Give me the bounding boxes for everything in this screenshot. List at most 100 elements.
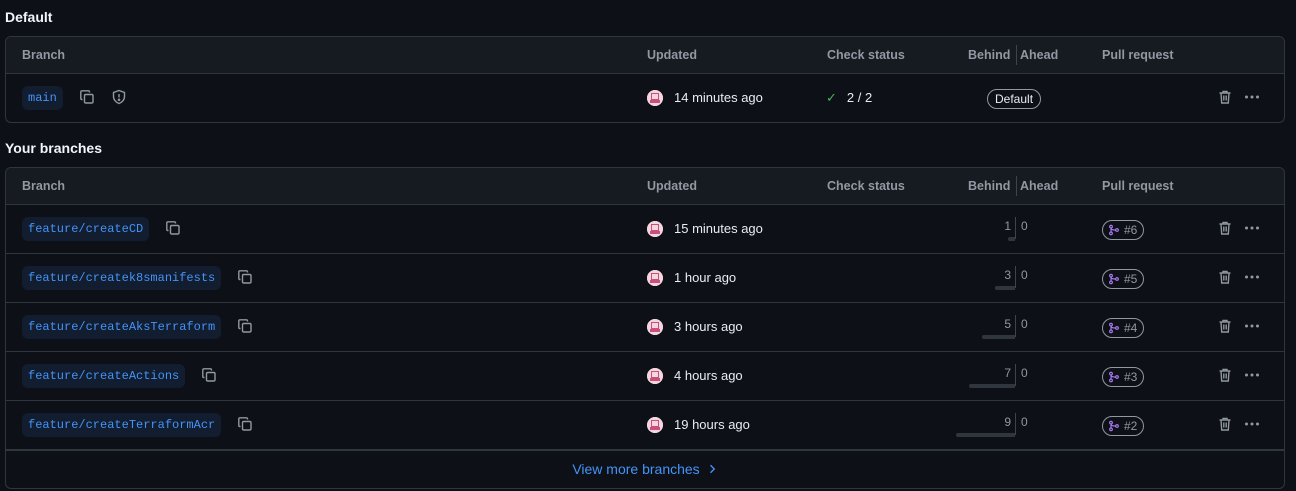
pull-request-number: #3 (1124, 370, 1138, 384)
copy-icon[interactable] (79, 89, 97, 107)
trash-icon[interactable] (1217, 269, 1235, 287)
behind-bar (982, 335, 1015, 339)
table-header: Branch Updated Check status Behind Ahead… (6, 37, 1284, 74)
kebab-horizontal-icon[interactable] (1244, 269, 1264, 287)
your-branches-section-title: Your branches (5, 140, 102, 156)
updated-time: 15 minutes ago (674, 221, 763, 236)
table-row: feature/createk8smanifests 1 hour ago 3 … (6, 254, 1284, 303)
copy-icon[interactable] (237, 269, 255, 287)
ahead-behind-indicator[interactable]: 1 0 (946, 217, 1028, 243)
behind-count: 7 (1004, 366, 1011, 380)
copy-icon[interactable] (237, 416, 255, 434)
column-branch: Branch (22, 48, 66, 62)
copy-icon[interactable] (165, 220, 183, 238)
column-updated: Updated (647, 48, 697, 62)
chevron-right-icon (706, 451, 718, 487)
table-header: Branch Updated Check status Behind Ahead… (6, 168, 1284, 205)
behind-bar (969, 384, 1015, 388)
pull-request-badge[interactable]: #2 (1102, 416, 1145, 436)
column-behind: Behind (968, 48, 1011, 62)
column-pull-request: Pull request (1102, 179, 1174, 193)
behind-count: 1 (1004, 219, 1011, 233)
column-check-status: Check status (827, 48, 905, 62)
ahead-behind-indicator[interactable]: 9 0 (946, 413, 1028, 439)
behind-count: 3 (1004, 268, 1011, 282)
trash-icon[interactable] (1217, 89, 1235, 107)
ahead-count: 0 (1021, 268, 1028, 282)
updated-time: 1 hour ago (674, 270, 737, 285)
branch-link[interactable]: main (22, 86, 63, 110)
ahead-behind-divider (1015, 266, 1016, 288)
avatar[interactable] (647, 270, 663, 286)
ahead-behind-indicator[interactable]: 5 0 (946, 315, 1028, 341)
your-branches-table: Branch Updated Check status Behind Ahead… (5, 167, 1285, 489)
git-pull-request-icon (1109, 273, 1119, 285)
column-branch: Branch (22, 179, 66, 193)
default-branch-table: Branch Updated Check status Behind Ahead… (5, 36, 1285, 123)
avatar[interactable] (647, 368, 663, 384)
column-divider (1016, 45, 1017, 65)
table-row: feature/createTerraformAcr 19 hours ago … (6, 401, 1284, 450)
column-check-status: Check status (827, 179, 905, 193)
pull-request-number: #5 (1124, 272, 1138, 286)
updated-time: 14 minutes ago (674, 90, 763, 105)
check-status[interactable]: ✓ 2 / 2 (826, 90, 872, 106)
git-pull-request-icon (1109, 420, 1119, 432)
pull-request-badge[interactable]: #5 (1102, 269, 1145, 289)
pull-request-badge[interactable]: #4 (1102, 318, 1145, 338)
kebab-horizontal-icon[interactable] (1244, 220, 1264, 238)
branch-link[interactable]: feature/createCD (22, 217, 150, 241)
table-row: feature/createActions 4 hours ago 7 0 #3 (6, 352, 1284, 401)
pull-request-badge[interactable]: #6 (1102, 220, 1145, 240)
kebab-horizontal-icon[interactable] (1244, 89, 1264, 107)
ahead-behind-divider (1015, 413, 1016, 435)
trash-icon[interactable] (1217, 367, 1235, 385)
table-row: main 14 minutes ago ✓ 2 / 2 Default (6, 74, 1284, 122)
behind-bar (956, 433, 1015, 437)
copy-icon[interactable] (201, 367, 219, 385)
table-row: feature/createCD 15 minutes ago 1 0 #6 (6, 205, 1284, 254)
behind-bar (995, 286, 1015, 290)
behind-bar (1008, 237, 1015, 241)
branch-link[interactable]: feature/createActions (22, 364, 186, 388)
git-pull-request-icon (1109, 224, 1119, 236)
ahead-behind-indicator[interactable]: 7 0 (946, 364, 1028, 390)
updated-time: 19 hours ago (674, 417, 750, 432)
pull-request-number: #2 (1124, 419, 1138, 433)
ahead-behind-indicator[interactable]: 3 0 (946, 266, 1028, 292)
avatar[interactable] (647, 319, 663, 335)
updated-time: 3 hours ago (674, 319, 743, 334)
pull-request-badge[interactable]: #3 (1102, 367, 1145, 387)
branch-link[interactable]: feature/createTerraformAcr (22, 413, 222, 437)
avatar[interactable] (647, 221, 663, 237)
check-status-value: 2 / 2 (846, 90, 873, 105)
column-behind: Behind (968, 179, 1011, 193)
column-pull-request: Pull request (1102, 48, 1174, 62)
ahead-behind-divider (1015, 315, 1016, 337)
view-more-branches-link[interactable]: View more branches (6, 450, 1284, 487)
trash-icon[interactable] (1217, 318, 1235, 336)
kebab-horizontal-icon[interactable] (1244, 318, 1264, 336)
view-more-label: View more branches (572, 461, 700, 477)
branch-link[interactable]: feature/createk8smanifests (22, 266, 222, 290)
trash-icon[interactable] (1217, 416, 1235, 434)
ahead-count: 0 (1021, 366, 1028, 380)
branch-link[interactable]: feature/createAksTerraform (22, 315, 222, 339)
column-updated: Updated (647, 179, 697, 193)
default-badge: Default (987, 89, 1042, 109)
shield-icon[interactable] (111, 89, 129, 107)
ahead-count: 0 (1021, 219, 1028, 233)
pull-request-number: #6 (1124, 223, 1138, 237)
avatar[interactable] (647, 417, 663, 433)
pull-request-number: #4 (1124, 321, 1138, 335)
git-pull-request-icon (1109, 322, 1119, 334)
ahead-count: 0 (1021, 415, 1028, 429)
ahead-behind-divider (1015, 217, 1016, 239)
kebab-horizontal-icon[interactable] (1244, 416, 1264, 434)
table-row: feature/createAksTerraform 3 hours ago 5… (6, 303, 1284, 352)
trash-icon[interactable] (1217, 220, 1235, 238)
avatar[interactable] (647, 90, 663, 106)
copy-icon[interactable] (237, 318, 255, 336)
ahead-behind-divider (1015, 364, 1016, 386)
kebab-horizontal-icon[interactable] (1244, 367, 1264, 385)
